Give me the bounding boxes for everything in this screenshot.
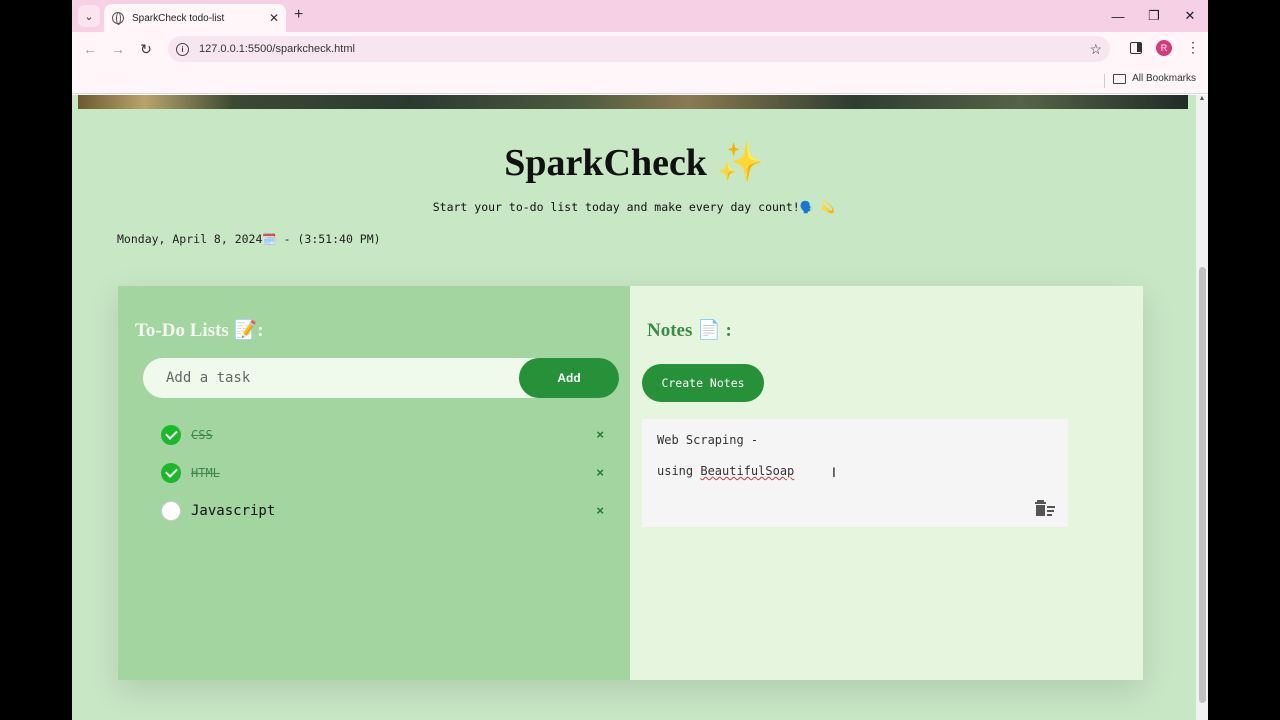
side-panel-icon[interactable]: [1130, 41, 1142, 54]
notes-panel: Notes 📄 : Create Notes Web Scraping - us…: [630, 286, 1143, 680]
bookmarks-bar: All Bookmarks: [72, 66, 1208, 94]
delete-task-icon[interactable]: ×: [596, 465, 604, 480]
tab-sparkcheck[interactable]: SparkCheck todo-list ✕: [104, 4, 286, 32]
task-item[interactable]: CSS ×: [161, 416, 611, 454]
header-banner-image: [78, 95, 1188, 109]
checked-circle-icon[interactable]: [161, 425, 181, 445]
note-line[interactable]: Web Scraping -: [657, 433, 1053, 464]
reload-icon[interactable]: ↻: [132, 41, 160, 58]
text-cursor-icon: I: [832, 464, 836, 480]
folder-icon: [1113, 73, 1127, 84]
task-list: CSS × HTML × Javascript ×: [161, 416, 611, 530]
tab-search-button[interactable]: ⌄: [78, 5, 100, 27]
task-input[interactable]: [143, 358, 543, 398]
note-line[interactable]: using BeautifulSoap: [657, 464, 1053, 495]
page-subtitle: Start your to-do list today and make eve…: [432, 200, 836, 214]
add-task-button[interactable]: Add: [519, 358, 619, 398]
task-form: Add: [143, 358, 619, 398]
note-card[interactable]: Web Scraping - using BeautifulSoap I: [642, 419, 1068, 527]
todo-title: To-Do Lists 📝:: [135, 320, 264, 341]
url-text[interactable]: 127.0.0.1:5500/sparkcheck.html: [199, 43, 1089, 55]
page-scrollbar[interactable]: ▲: [1196, 95, 1208, 720]
window-controls: — ❐ ✕: [1100, 0, 1208, 32]
minimize-icon[interactable]: —: [1100, 0, 1136, 32]
back-icon[interactable]: ←: [76, 41, 104, 57]
site-info-icon[interactable]: i: [176, 42, 189, 56]
tab-title: SparkCheck todo-list: [132, 12, 225, 24]
delete-task-icon[interactable]: ×: [596, 427, 604, 442]
main-card: To-Do Lists 📝: Add CSS × HTML ×: [118, 286, 1143, 680]
new-tab-button[interactable]: +: [294, 6, 303, 24]
globe-icon: [112, 12, 124, 25]
checked-circle-icon[interactable]: [161, 463, 181, 483]
note-text: using: [657, 464, 701, 478]
task-text: CSS: [191, 428, 213, 442]
page-viewport: SparkCheck ✨ Start your to-do list today…: [72, 95, 1196, 720]
scroll-up-icon[interactable]: ▲: [1196, 95, 1208, 107]
delete-task-icon[interactable]: ×: [596, 503, 604, 518]
tab-strip: ⌄ SparkCheck todo-list ✕ + — ❐ ✕: [72, 0, 1208, 32]
menu-icon[interactable]: ⋮: [1186, 39, 1200, 56]
task-item[interactable]: HTML ×: [161, 454, 611, 492]
all-bookmarks-button[interactable]: All Bookmarks: [1113, 73, 1196, 84]
browser-toolbar: ← → ↻ i 127.0.0.1:5500/sparkcheck.html ☆…: [72, 32, 1208, 66]
scrollbar-thumb[interactable]: [1199, 267, 1206, 703]
task-text: HTML: [191, 466, 220, 480]
date-time-display: Monday, April 8, 2024🗓️ - (3:51:40 PM): [117, 232, 381, 246]
delete-note-icon[interactable]: [1034, 499, 1056, 517]
bookmark-star-icon[interactable]: ☆: [1089, 41, 1102, 58]
restore-icon[interactable]: ❐: [1136, 0, 1172, 32]
close-window-icon[interactable]: ✕: [1172, 0, 1208, 32]
forward-icon[interactable]: →: [104, 41, 132, 57]
task-item[interactable]: Javascript ×: [161, 492, 611, 530]
browser-window: ⌄ SparkCheck todo-list ✕ + — ❐ ✕ ← → ↻ i…: [72, 0, 1208, 720]
todo-panel: To-Do Lists 📝: Add CSS × HTML ×: [118, 286, 630, 680]
bookmarks-divider: [1104, 74, 1105, 88]
tab-close-icon[interactable]: ✕: [266, 11, 282, 25]
create-notes-button[interactable]: Create Notes: [642, 364, 764, 402]
all-bookmarks-label: All Bookmarks: [1132, 73, 1196, 84]
unchecked-circle-icon[interactable]: [161, 501, 181, 521]
page-title: SparkCheck ✨: [504, 142, 764, 184]
profile-avatar[interactable]: R: [1156, 39, 1172, 56]
notes-title: Notes 📄 :: [647, 320, 732, 341]
misspelled-word: BeautifulSoap: [700, 464, 795, 478]
task-text: Javascript: [191, 503, 276, 519]
address-bar[interactable]: i 127.0.0.1:5500/sparkcheck.html ☆: [168, 36, 1110, 62]
